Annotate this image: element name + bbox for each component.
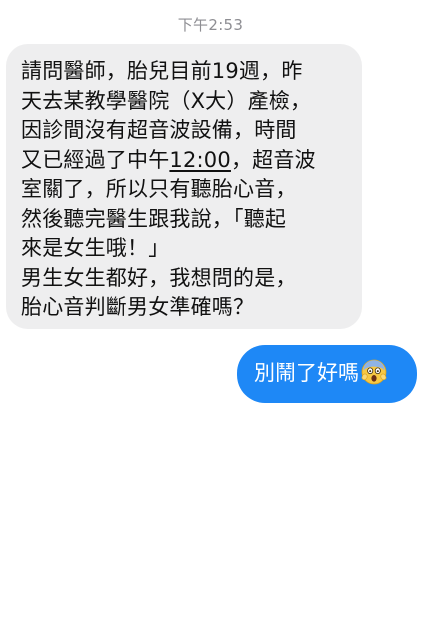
outgoing-message-bubble[interactable]: 別鬧了好嗎 — [237, 345, 417, 403]
message-line: 然後聽完醫生跟我說，「聽起 — [21, 206, 287, 231]
incoming-message-bubble[interactable]: 請問醫師，胎兒目前19週，昨 天去某教學醫院（X大）產檢， 因診間沒有超音波設備… — [6, 44, 362, 329]
message-line: 胎心音判斷男女準確嗎？ — [21, 295, 255, 319]
message-line: 天去某教學醫院（X大）產檢， — [21, 88, 312, 113]
message-line: 來是女生哦！」 — [21, 236, 170, 260]
message-line: 室關了，所以只有聽胎心音， — [21, 177, 297, 201]
message-line: 因診間沒有超音波設備，時間 — [21, 118, 297, 142]
message-text-segment: 又已經過了中午 — [21, 147, 170, 172]
message-line: 又已經過了中午12:00，超音波 — [21, 146, 352, 176]
message-text-segment: ，超音波 — [230, 147, 316, 172]
message-timestamp: 下午2:53 — [177, 16, 244, 34]
message-line: 請問醫師，胎兒目前19週，昨 — [21, 59, 303, 83]
message-line: 男生女生都好，我想問的是， — [21, 265, 297, 290]
outgoing-message-text: 別鬧了好嗎 — [254, 361, 359, 385]
face-screaming-in-fear-icon — [361, 359, 387, 393]
underlined-time: 12:00 — [169, 147, 231, 172]
